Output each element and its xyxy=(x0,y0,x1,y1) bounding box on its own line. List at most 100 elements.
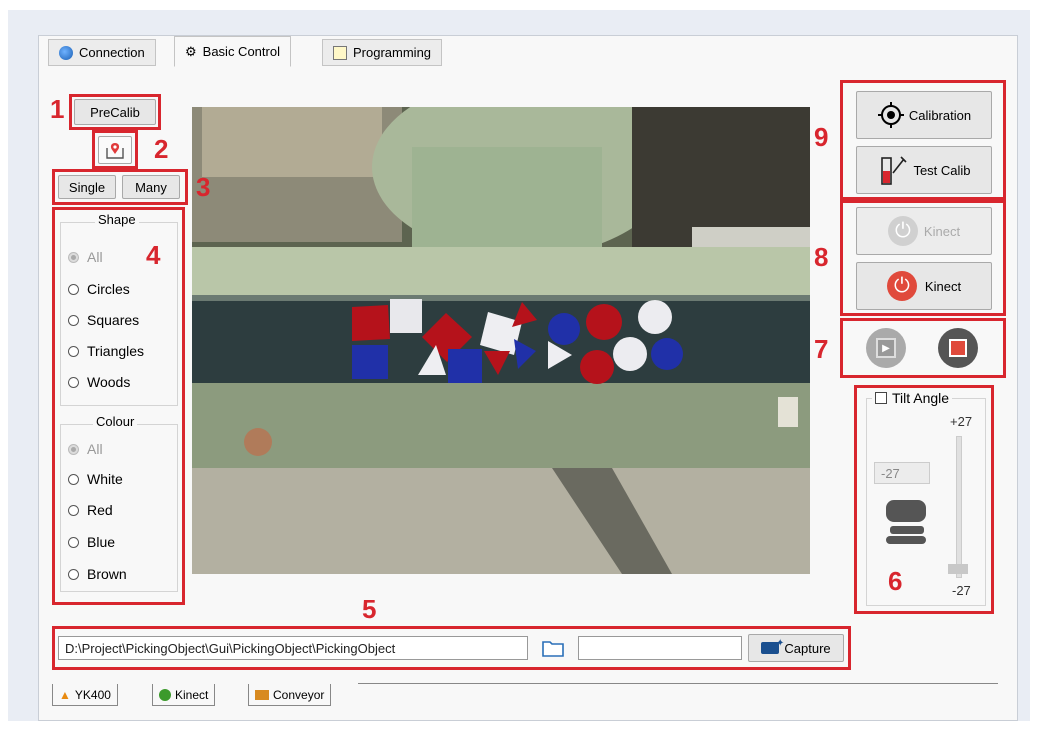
annotation-number-6: 6 xyxy=(888,566,903,596)
folder-button[interactable] xyxy=(538,636,568,660)
tilt-checkbox[interactable] xyxy=(875,392,887,404)
single-label: Single xyxy=(68,179,106,195)
tilt-min-label: -27 xyxy=(952,583,971,598)
shape-option-squares[interactable]: Squares xyxy=(68,312,139,328)
capture-label: Capture xyxy=(784,640,831,656)
radio-button[interactable] xyxy=(68,443,79,455)
tab-programming[interactable]: Programming xyxy=(322,39,443,66)
many-button[interactable]: Many xyxy=(122,175,180,199)
calibration-label: Calibration xyxy=(908,107,972,123)
precalib-button[interactable]: PreCalib xyxy=(74,99,156,125)
kinect-on-button[interactable]: ⏻ Kinect xyxy=(856,262,992,310)
radio-button[interactable] xyxy=(68,283,79,295)
radio-button[interactable] xyxy=(68,504,79,516)
single-button[interactable]: Single xyxy=(58,175,116,199)
kinect-sensor-icon xyxy=(884,500,928,546)
kinect-on-label: Kinect xyxy=(924,278,962,294)
colour-option-brown[interactable]: Brown xyxy=(68,566,127,582)
radio-button[interactable] xyxy=(68,314,79,326)
tilt-slider-handle[interactable] xyxy=(948,564,968,574)
radio-label: Brown xyxy=(87,566,127,582)
colour-option-blue[interactable]: Blue xyxy=(68,534,115,550)
stop-icon xyxy=(949,339,967,357)
edit-icon xyxy=(333,45,347,60)
test-calib-label: Test Calib xyxy=(913,162,971,178)
annotation-number-9: 9 xyxy=(814,122,829,152)
robot-icon: ⚙ xyxy=(185,43,197,59)
tab-connection[interactable]: Connection xyxy=(48,39,156,66)
annotation-number-8: 8 xyxy=(814,242,829,272)
play-icon: ▶ xyxy=(876,338,896,358)
radio-button[interactable] xyxy=(68,251,79,263)
calibration-button[interactable]: Calibration xyxy=(856,91,992,139)
annotation-number-7: 7 xyxy=(814,334,829,364)
bottom-tab-conveyor[interactable]: Conveyor xyxy=(248,684,332,706)
name-input[interactable] xyxy=(578,636,742,660)
bottom-tab-conveyor-label: Conveyor xyxy=(273,687,325,702)
tilt-max-label: +27 xyxy=(950,414,973,429)
kinect-off-label: Kinect xyxy=(923,223,961,239)
path-input[interactable]: D:\Project\PickingObject\Gui\PickingObje… xyxy=(58,636,528,660)
tilt-angle-label: Tilt Angle xyxy=(892,390,950,406)
radio-label: Triangles xyxy=(87,343,145,359)
play-button[interactable]: ▶ xyxy=(866,328,906,368)
colour-group-title: Colour xyxy=(93,414,138,429)
bottom-tab-divider xyxy=(358,683,998,684)
many-label: Many xyxy=(135,179,167,195)
target-icon xyxy=(877,102,904,128)
location-pin-icon xyxy=(106,143,124,159)
precalib-label: PreCalib xyxy=(90,104,140,120)
tab-programming-label: Programming xyxy=(353,45,432,60)
radio-button[interactable] xyxy=(68,536,79,548)
tab-basic-control-label: Basic Control xyxy=(202,44,280,59)
annotation-number-4: 4 xyxy=(146,240,161,270)
annotation-number-5: 5 xyxy=(362,594,377,624)
robot-arm-icon: ▲ xyxy=(59,687,71,702)
bottom-tab-yk400-label: YK400 xyxy=(74,687,111,702)
radio-label: Blue xyxy=(87,534,116,550)
tab-connection-label: Connection xyxy=(79,45,145,60)
shape-option-triangles[interactable]: Triangles xyxy=(68,343,144,359)
tilt-value-field: -27 xyxy=(874,462,930,484)
annotation-number-1: 1 xyxy=(50,94,65,124)
radio-button[interactable] xyxy=(68,376,79,388)
colour-option-red[interactable]: Red xyxy=(68,502,113,518)
radio-label: Red xyxy=(87,502,113,518)
radio-button[interactable] xyxy=(68,473,79,485)
globe-icon xyxy=(59,45,73,60)
annotation-number-2: 2 xyxy=(154,134,169,164)
power-icon: ⏻ xyxy=(886,271,917,301)
tilt-slider-track[interactable] xyxy=(956,436,962,578)
stop-button[interactable] xyxy=(938,328,978,368)
power-disabled-icon: ⏻ xyxy=(887,216,918,246)
radio-label: Squares xyxy=(87,312,140,328)
radio-label: All xyxy=(87,249,103,265)
colour-option-all[interactable]: All xyxy=(68,441,103,457)
xbox-icon xyxy=(159,688,171,701)
shape-group-title: Shape xyxy=(95,212,139,227)
radio-label: White xyxy=(87,471,123,487)
radio-button[interactable] xyxy=(68,568,79,580)
kinect-off-button[interactable]: ⏻ Kinect xyxy=(856,207,992,255)
radio-button[interactable] xyxy=(68,345,79,357)
shape-option-all[interactable]: All xyxy=(68,249,103,265)
camera-feed-image xyxy=(192,107,810,574)
capture-button[interactable]: ✦ Capture xyxy=(748,634,844,662)
bottom-tab-kinect[interactable]: Kinect xyxy=(152,684,216,706)
test-tube-icon xyxy=(881,156,908,185)
camera-icon: ✦ xyxy=(761,638,784,654)
shape-option-circles[interactable]: Circles xyxy=(68,281,130,297)
location-button[interactable] xyxy=(98,136,132,164)
radio-label: Woods xyxy=(87,374,131,390)
conveyor-icon xyxy=(255,689,269,700)
camera-feed xyxy=(192,107,810,574)
shape-option-woods[interactable]: Woods xyxy=(68,374,130,390)
folder-icon xyxy=(542,641,564,657)
radio-label: All xyxy=(87,441,103,457)
bottom-tab-kinect-label: Kinect xyxy=(175,687,209,702)
tilt-angle-checkbox-row[interactable]: Tilt Angle xyxy=(872,390,953,406)
tab-basic-control[interactable]: ⚙ Basic Control xyxy=(174,36,291,67)
colour-option-white[interactable]: White xyxy=(68,471,123,487)
test-calib-button[interactable]: Test Calib xyxy=(856,146,992,194)
bottom-tab-yk400[interactable]: ▲ YK400 xyxy=(52,684,118,706)
